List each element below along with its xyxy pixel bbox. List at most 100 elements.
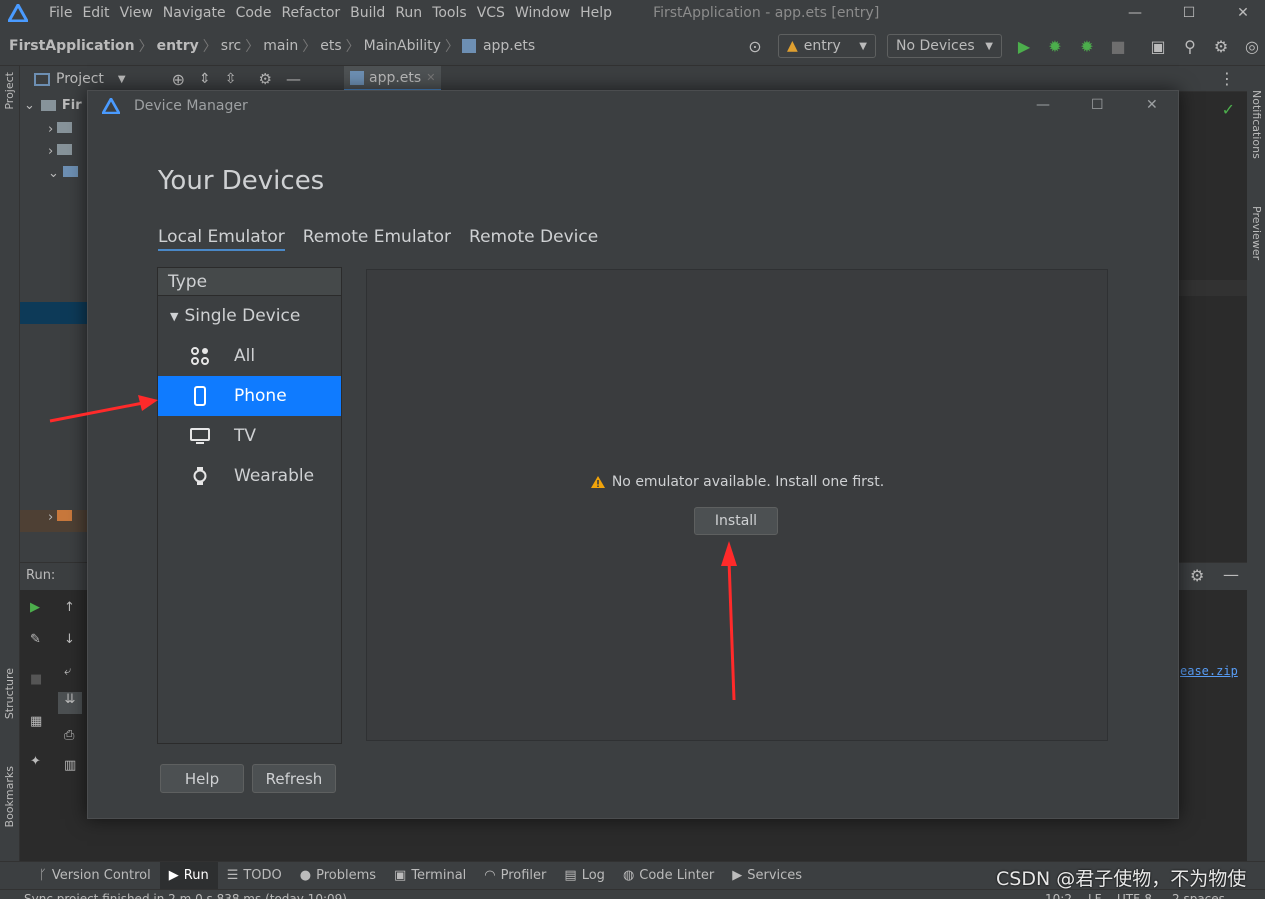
- indent-setting[interactable]: 2 spaces: [1172, 890, 1225, 899]
- more-icon[interactable]: ⋮: [1219, 69, 1235, 88]
- line-separator[interactable]: LF: [1088, 890, 1102, 899]
- menu-window[interactable]: Window: [510, 5, 575, 21]
- down-arrow-icon[interactable]: ↓: [64, 632, 75, 647]
- breadcrumb-module[interactable]: entry: [153, 38, 203, 54]
- tree-folder[interactable]: ›: [48, 122, 73, 137]
- rerun-icon[interactable]: ▶: [30, 600, 40, 615]
- target-icon[interactable]: ⊙: [745, 36, 765, 56]
- bookmarks-tool-tab[interactable]: Bookmarks: [3, 766, 16, 827]
- tab-app-ets[interactable]: app.ets ✕: [344, 66, 442, 92]
- tab-version-control[interactable]: ᚴ Version Control: [30, 862, 160, 890]
- file-encoding[interactable]: UTF-8: [1117, 890, 1152, 899]
- chevron-down-icon: ⌄: [48, 166, 59, 181]
- type-item-tv[interactable]: TV: [158, 416, 341, 456]
- type-item-phone[interactable]: Phone: [158, 376, 341, 416]
- tab-todo[interactable]: ☰ TODO: [218, 862, 291, 890]
- account-icon[interactable]: ◎: [1242, 36, 1262, 56]
- caret-position[interactable]: 10:2: [1045, 890, 1072, 899]
- chevron-down-icon[interactable]: ▼: [118, 74, 126, 85]
- dialog-titlebar[interactable]: Device Manager — ☐ ✕: [88, 91, 1178, 121]
- help-button[interactable]: Help: [160, 764, 244, 793]
- breadcrumb-main[interactable]: main: [259, 38, 302, 54]
- trash-icon[interactable]: ▥: [64, 758, 76, 773]
- project-view-label[interactable]: Project: [56, 71, 104, 87]
- group-single-device[interactable]: ▼ Single Device: [158, 296, 341, 336]
- status-message[interactable]: Sync project finished in 2 m 0 s 838 ms …: [24, 890, 347, 899]
- up-arrow-icon[interactable]: ↑: [64, 600, 75, 615]
- run-icon[interactable]: ▶: [1014, 36, 1034, 56]
- tab-remote-emulator[interactable]: Remote Emulator: [303, 227, 451, 251]
- hide-icon[interactable]: —: [286, 70, 301, 88]
- breadcrumb-src[interactable]: src: [217, 38, 245, 54]
- refresh-button[interactable]: Refresh: [252, 764, 336, 793]
- run-output-link[interactable]: ease.zip: [1180, 664, 1238, 678]
- tab-terminal[interactable]: ▣ Terminal: [385, 862, 475, 890]
- menu-help[interactable]: Help: [575, 5, 617, 21]
- project-structure-icon[interactable]: ▣: [1148, 36, 1168, 56]
- tree-selected-row[interactable]: [20, 302, 88, 324]
- menu-code[interactable]: Code: [231, 5, 277, 21]
- tree-folder[interactable]: ⌄: [48, 166, 79, 181]
- install-button[interactable]: Install: [694, 507, 778, 535]
- tab-remote-device[interactable]: Remote Device: [469, 227, 598, 251]
- settings-gear-icon[interactable]: ⚙: [1211, 36, 1231, 56]
- attach-debugger-icon[interactable]: ✹: [1077, 36, 1097, 56]
- dialog-close-button[interactable]: ✕: [1146, 97, 1158, 113]
- module-selector[interactable]: ▲ entry ▼: [778, 34, 876, 58]
- pin-icon[interactable]: ✦: [30, 754, 41, 769]
- project-tool-tab[interactable]: Project: [3, 72, 16, 110]
- tab-log[interactable]: ▤ Log: [555, 862, 614, 890]
- dialog-maximize-button[interactable]: ☐: [1091, 97, 1104, 113]
- menu-run[interactable]: Run: [390, 5, 427, 21]
- menu-tools[interactable]: Tools: [427, 5, 472, 21]
- menu-view[interactable]: View: [115, 5, 158, 21]
- menu-edit[interactable]: Edit: [77, 5, 114, 21]
- expand-all-icon[interactable]: ⇕: [199, 71, 211, 87]
- maximize-button[interactable]: ☐: [1164, 0, 1214, 26]
- breadcrumb-project[interactable]: FirstApplication: [5, 38, 139, 54]
- terminal-icon: ▣: [394, 868, 407, 883]
- stop-icon[interactable]: ■: [1108, 36, 1128, 56]
- structure-tool-tab[interactable]: Structure: [3, 668, 16, 719]
- hide-icon[interactable]: —: [1223, 565, 1239, 584]
- debug-icon[interactable]: ✹: [1045, 36, 1065, 56]
- collapse-all-icon[interactable]: ⇳: [225, 71, 237, 87]
- dialog-minimize-button[interactable]: —: [1036, 97, 1050, 113]
- menu-refactor[interactable]: Refactor: [276, 5, 345, 21]
- breadcrumb-mainability[interactable]: MainAbility: [360, 38, 445, 54]
- search-icon[interactable]: ⚲: [1180, 36, 1200, 56]
- stop-icon[interactable]: ■: [30, 672, 42, 687]
- gear-icon[interactable]: ⚙: [1190, 566, 1204, 585]
- breadcrumb-ets[interactable]: ets: [316, 38, 345, 54]
- tab-profiler[interactable]: ◠ Profiler: [475, 862, 555, 890]
- menu-file[interactable]: File: [44, 5, 77, 21]
- gauge-icon: ◠: [484, 868, 496, 883]
- close-icon[interactable]: ✕: [426, 71, 435, 84]
- tab-local-emulator[interactable]: Local Emulator: [158, 227, 285, 251]
- minimize-button[interactable]: —: [1110, 0, 1160, 26]
- scroll-to-end-icon[interactable]: ⇊: [58, 692, 82, 714]
- soft-wrap-icon[interactable]: ⤶: [64, 664, 71, 679]
- device-selector[interactable]: No Devices ▼: [887, 34, 1002, 58]
- menu-vcs[interactable]: VCS: [472, 5, 510, 21]
- layout-icon[interactable]: ▦: [30, 714, 42, 729]
- gear-icon[interactable]: ⚙: [258, 70, 271, 88]
- menu-navigate[interactable]: Navigate: [158, 5, 231, 21]
- print-icon[interactable]: ⎙: [64, 728, 74, 743]
- tab-run[interactable]: ▶ Run: [159, 861, 218, 890]
- tree-root[interactable]: ⌄ Fir: [24, 98, 82, 113]
- tab-services[interactable]: ▶ Services: [723, 862, 811, 890]
- breadcrumb-file[interactable]: app.ets: [479, 38, 539, 54]
- close-window-button[interactable]: ✕: [1218, 0, 1265, 26]
- type-item-wearable[interactable]: Wearable: [158, 456, 341, 496]
- tab-problems[interactable]: ● Problems: [291, 862, 385, 890]
- tree-row[interactable]: ›: [20, 510, 88, 532]
- previewer-tool-tab[interactable]: Previewer: [1250, 206, 1263, 260]
- menu-build[interactable]: Build: [345, 5, 390, 21]
- notifications-tool-tab[interactable]: Notifications: [1250, 90, 1263, 159]
- wrench-icon[interactable]: ✎: [30, 632, 41, 647]
- tab-code-linter[interactable]: ◍ Code Linter: [614, 862, 723, 890]
- locate-icon[interactable]: ⊕: [172, 70, 185, 89]
- type-item-all[interactable]: All: [158, 336, 341, 376]
- tree-folder[interactable]: ›: [48, 144, 73, 159]
